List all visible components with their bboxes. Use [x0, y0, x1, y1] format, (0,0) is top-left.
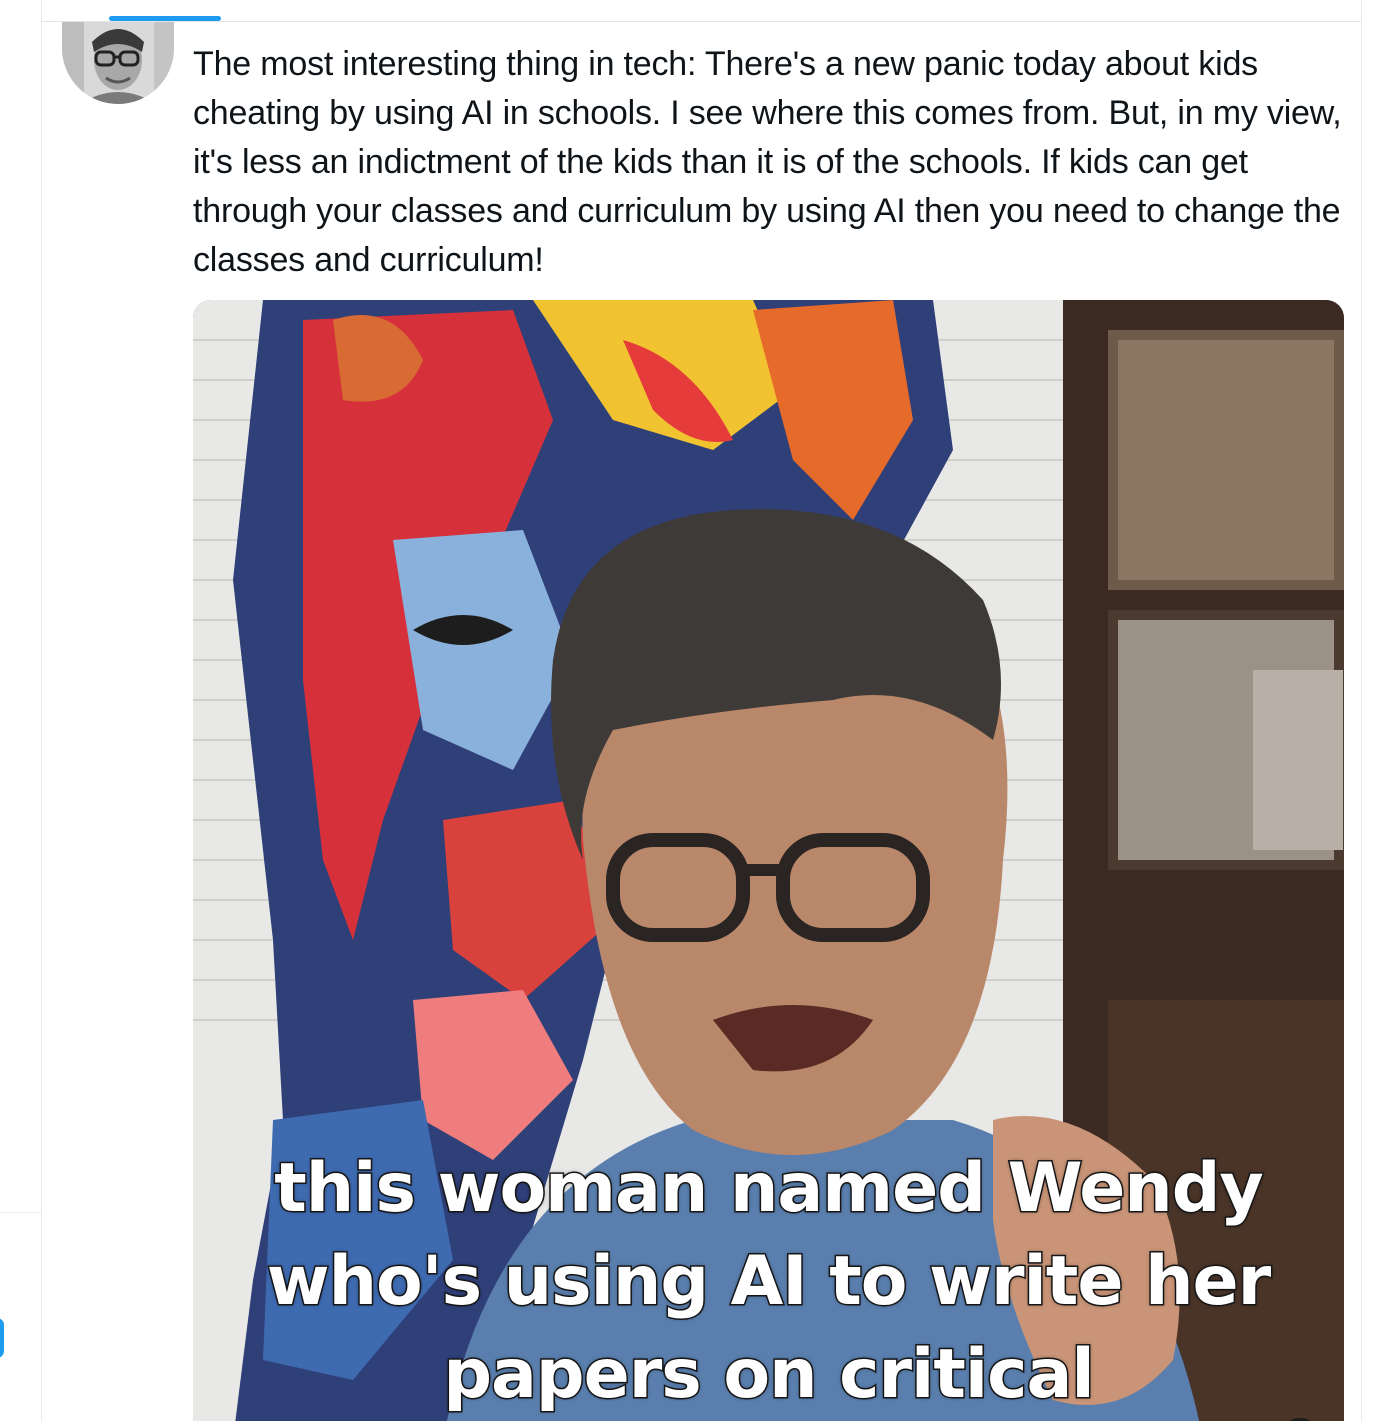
caption-line: this woman named Wendy — [273, 1148, 1265, 1230]
video-caption: this woman named Wendy who's using AI to… — [193, 1142, 1344, 1421]
avatar[interactable] — [62, 22, 174, 104]
avatar-photo — [62, 22, 174, 104]
page: The most interesting thing in tech: Ther… — [0, 0, 1385, 1421]
compose-button-edge[interactable] — [0, 1318, 4, 1358]
tweet-card[interactable]: The most interesting thing in tech: Ther… — [41, 0, 1362, 1421]
divider — [0, 1212, 41, 1213]
tweet-video[interactable]: this woman named Wendy who's using AI to… — [193, 300, 1344, 1421]
tweet-text: The most interesting thing in tech: Ther… — [193, 45, 1351, 279]
divider — [42, 21, 1361, 22]
active-tab-indicator — [109, 16, 221, 21]
caption-line: papers on critical — [442, 1334, 1096, 1416]
caption-line: who's using AI to write her — [265, 1241, 1272, 1323]
